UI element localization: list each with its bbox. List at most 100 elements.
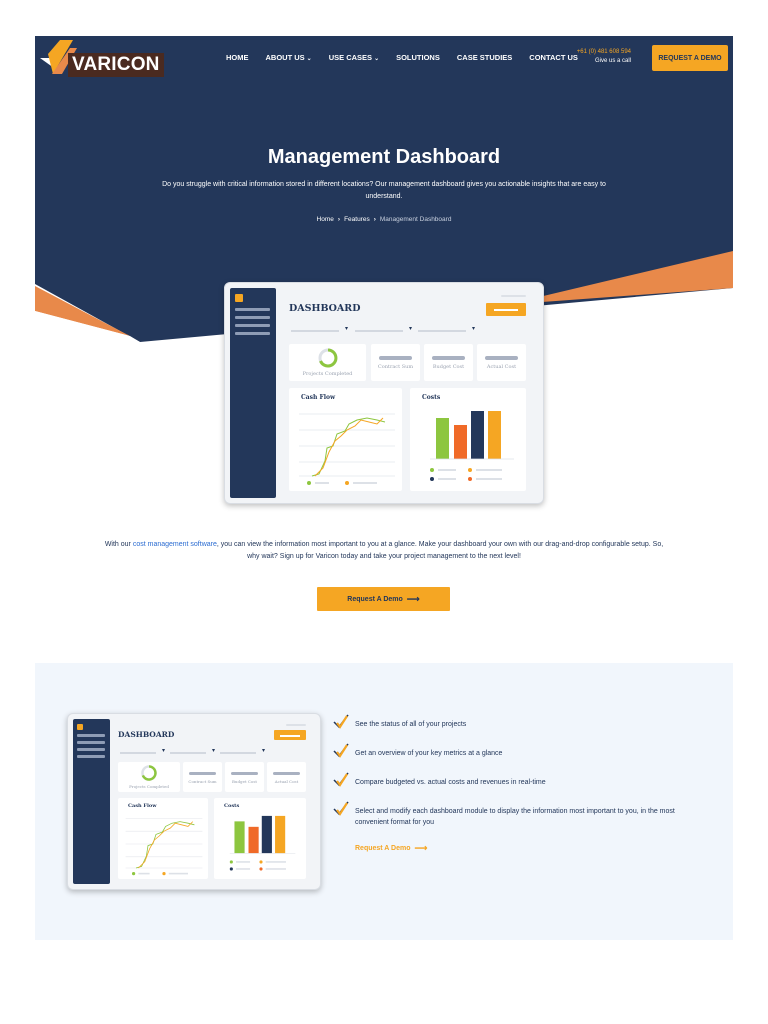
request-demo-label: Request A Demo — [347, 595, 403, 603]
stat-label: Budget Cost — [432, 364, 465, 370]
feature-text: Get an overview of your key metrics at a… — [355, 750, 503, 757]
dashboard-mockup-large: DASHBOARD Projects Completed Contract Su… — [224, 282, 544, 504]
mockup-button — [274, 730, 306, 740]
chevron-down-icon: ⌄ — [374, 56, 380, 62]
chevron-down-icon: ⌄ — [306, 56, 312, 62]
mockup-stat-contract: Contract Sum — [371, 344, 420, 381]
nav-solutions-label: SOLUTIONS — [396, 53, 440, 62]
breadcrumb: Home › Features › Management Dashboard — [35, 216, 733, 223]
check-icon — [333, 801, 349, 816]
mockup-stat-projects: Projects Completed — [118, 762, 180, 792]
check-icon — [333, 772, 349, 787]
stat-bar — [379, 356, 412, 360]
mockup-logo-square — [235, 294, 243, 302]
mockup-stat-actual: Actual Cost — [267, 762, 306, 792]
main-nav: HOME ABOUT US ⌄ USE CASES ⌄ SOLUTIONS CASE… — [226, 53, 595, 62]
stat-bar — [231, 772, 258, 775]
mockup-menu-bar — [77, 741, 105, 744]
mockup-menu-bar — [235, 316, 270, 319]
request-demo-button[interactable]: Request A Demo ⟶ — [317, 587, 450, 611]
costs-bar-chart — [229, 815, 296, 871]
chevron-right-icon: › — [373, 216, 376, 223]
check-icon — [333, 743, 349, 758]
costs-title: Costs — [224, 803, 240, 809]
stat-label: Budget Cost — [231, 779, 257, 784]
mockup-cashflow-card: Cash Flow — [289, 388, 402, 491]
nav-contact-label: CONTACT US — [529, 53, 578, 62]
brand-name: VARICON — [68, 53, 164, 77]
breadcrumb-features[interactable]: Features — [344, 216, 370, 223]
phone-number[interactable]: +61 (0) 481 608 594 — [574, 48, 631, 57]
mockup-select — [291, 325, 349, 333]
nav-use-cases-label: USE CASES — [328, 53, 373, 62]
nav-about-us[interactable]: ABOUT US ⌄ — [266, 53, 312, 62]
mockup-title: DASHBOARD — [289, 303, 361, 314]
mockup-stat-budget: Budget Cost — [225, 762, 264, 792]
intro-paragraph: With our cost management software, you c… — [100, 539, 668, 563]
mockup-select — [418, 325, 476, 333]
stat-label: Contract Sum — [377, 364, 414, 370]
arrow-right-icon: ⟶ — [406, 593, 420, 604]
progress-ring-icon — [318, 348, 338, 368]
mockup-select — [220, 747, 266, 755]
nav-about-label: ABOUT US — [265, 53, 305, 62]
cost-management-link[interactable]: cost management software — [133, 541, 217, 548]
mockup-stat-contract: Contract Sum — [183, 762, 222, 792]
cashflow-line-chart — [299, 413, 395, 485]
mockup-button — [486, 303, 526, 316]
mockup-menu-bar — [235, 332, 270, 335]
cashflow-title: Cash Flow — [301, 394, 336, 401]
check-icon — [333, 714, 349, 729]
cashflow-line-chart — [125, 818, 203, 876]
stat-label: Actual Cost — [486, 364, 517, 370]
stat-label: Projects Completed — [129, 784, 169, 789]
mockup-menu-bar — [235, 324, 270, 327]
mockup-sidebar — [230, 288, 276, 498]
nav-home-label: HOME — [226, 53, 249, 62]
mockup-menu-bar — [77, 748, 105, 751]
progress-ring-icon — [141, 765, 157, 781]
page-title: Management Dashboard — [267, 146, 501, 168]
stat-label: Actual Cost — [274, 779, 299, 784]
nav-case-studies-label: CASE STUDIES — [456, 53, 513, 62]
request-demo-link[interactable]: Request A Demo ⟶ — [355, 843, 427, 854]
breadcrumb-home[interactable]: Home — [317, 216, 334, 223]
nav-solutions[interactable]: SOLUTIONS — [396, 53, 440, 62]
mockup-costs-card: Costs — [410, 388, 526, 491]
mockup-menu-bar — [77, 734, 105, 737]
mockup-stat-actual: Actual Cost — [477, 344, 526, 381]
arrow-right-icon: ⟶ — [414, 843, 428, 853]
stat-bar — [189, 772, 216, 775]
mockup-select — [355, 325, 413, 333]
phone-subtext: Give us a call — [594, 58, 631, 64]
mockup-placeholder — [501, 295, 526, 297]
mockup-stat-budget: Budget Cost — [424, 344, 473, 381]
request-demo-button-header[interactable]: REQUEST A DEMO — [652, 45, 728, 71]
mockup-stat-projects: Projects Completed — [289, 344, 366, 381]
chevron-right-icon: › — [337, 216, 341, 223]
breadcrumb-current: Management Dashboard — [379, 216, 452, 223]
cashflow-title: Cash Flow — [128, 803, 157, 809]
nav-case-studies[interactable]: CASE STUDIES — [457, 53, 512, 62]
intro-prefix: With our — [104, 541, 133, 548]
nav-use-cases[interactable]: USE CASES ⌄ — [329, 53, 379, 62]
feature-text: Compare budgeted vs. actual costs and re… — [355, 779, 546, 786]
phone-contact[interactable]: +61 (0) 481 608 594 Give us a call — [574, 48, 631, 66]
mockup-costs-card: Costs — [214, 798, 306, 879]
stat-bar — [485, 356, 518, 360]
stat-label: Projects Completed — [302, 371, 353, 377]
stat-label: Contract Sum — [188, 779, 217, 784]
mockup-sidebar — [73, 719, 110, 884]
feature-text: Select and modify each dashboard module … — [355, 808, 675, 826]
request-demo-link-label: Request A Demo — [355, 845, 411, 852]
intro-suffix: , you can view the information most impo… — [216, 541, 664, 560]
nav-home[interactable]: HOME — [226, 53, 249, 62]
mockup-title: DASHBOARD — [118, 730, 175, 739]
costs-title: Costs — [422, 394, 441, 401]
dashboard-mockup-small: DASHBOARD Projects Completed Contract Su… — [67, 713, 321, 890]
mockup-select — [170, 747, 216, 755]
stat-bar — [432, 356, 465, 360]
mockup-cashflow-card: Cash Flow — [118, 798, 208, 879]
mockup-menu-bar — [77, 755, 105, 758]
nav-contact-us[interactable]: CONTACT US — [529, 53, 578, 62]
